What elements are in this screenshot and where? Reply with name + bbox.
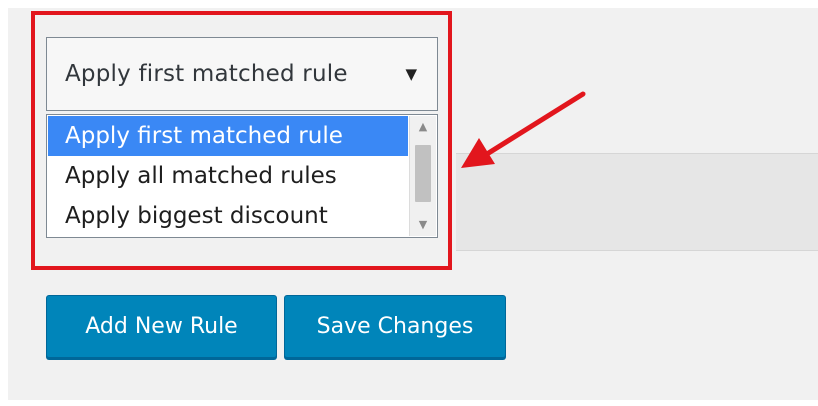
save-changes-button[interactable]: Save Changes [284, 295, 506, 358]
dropdown-arrow-icon: ▼ [405, 65, 417, 83]
select-options-list[interactable]: Apply first matched rule Apply all match… [46, 114, 438, 238]
scroll-up-icon[interactable]: ▲ [410, 118, 436, 136]
options-scrollbar[interactable]: ▲ ▼ [409, 116, 436, 236]
add-new-rule-button[interactable]: Add New Rule [46, 295, 277, 358]
scroll-thumb[interactable] [415, 145, 431, 202]
select-current-value: Apply first matched rule [65, 61, 348, 87]
option-apply-first-matched-rule[interactable]: Apply first matched rule [48, 116, 408, 156]
scroll-down-icon[interactable]: ▼ [410, 216, 436, 234]
option-apply-all-matched-rules[interactable]: Apply all matched rules [48, 156, 408, 196]
rule-apply-select[interactable]: Apply first matched rule ▼ [46, 37, 438, 111]
annotation-arrow-icon [461, 91, 586, 168]
option-apply-biggest-discount[interactable]: Apply biggest discount [48, 196, 408, 236]
